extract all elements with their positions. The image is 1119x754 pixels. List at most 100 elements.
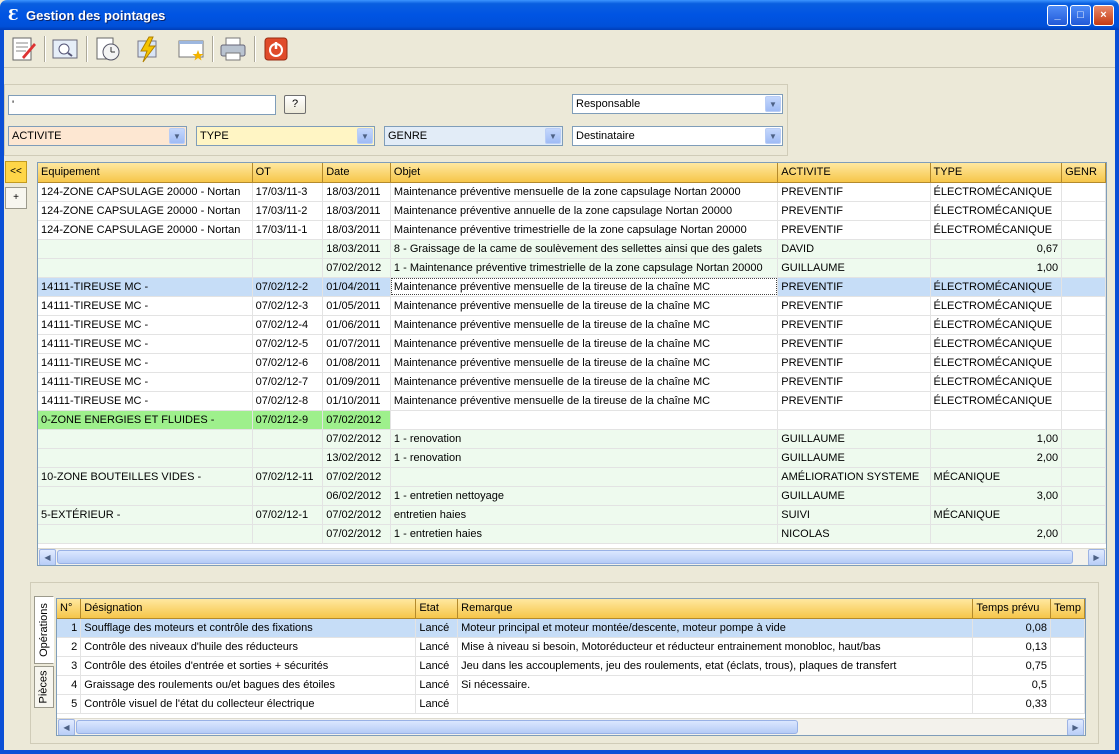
table-row[interactable]: 07/02/2012 1 - Maintenance préventive tri…: [38, 258, 1106, 278]
cell-designation[interactable]: Contrôle des étoiles d'entrée et sorties…: [80, 656, 417, 676]
cell-equipement[interactable]: 0-ZONE ENERGIES ET FLUIDES -: [38, 410, 253, 430]
column-header[interactable]: Equipement: [38, 163, 253, 183]
cell-n[interactable]: 4: [57, 675, 82, 695]
operation-row[interactable]: 2 Contrôle des niveaux d'huile des réduct…: [57, 637, 1085, 657]
cell-objet[interactable]: Maintenance préventive mensuelle de la t…: [390, 353, 779, 373]
cell-activite[interactable]: PREVENTIF: [777, 353, 931, 373]
column-header[interactable]: Temps prévu: [972, 599, 1052, 619]
cell-etat[interactable]: Lancé: [415, 675, 459, 695]
cell-temp[interactable]: [1050, 618, 1085, 638]
chevron-down-icon[interactable]: ▼: [357, 128, 373, 144]
scroll-right-icon[interactable]: ▶: [1067, 719, 1084, 735]
cell-type[interactable]: ÉLECTROMÉCANIQUE: [930, 315, 1063, 335]
cell-n[interactable]: 1: [57, 618, 82, 638]
maximize-button[interactable]: □: [1070, 5, 1091, 26]
cell-equipement[interactable]: 14111-TIREUSE MC -: [38, 296, 253, 316]
cell-equipement[interactable]: 14111-TIREUSE MC -: [38, 391, 253, 411]
cell-equipement[interactable]: 14111-TIREUSE MC -: [38, 277, 253, 297]
cell-objet[interactable]: Maintenance préventive annuelle de la zo…: [390, 201, 779, 221]
cell-objet[interactable]: Maintenance préventive mensuelle de la t…: [390, 315, 779, 335]
table-row[interactable]: 14111-TIREUSE MC -07/02/12-7 01/09/2011 Ma…: [38, 372, 1106, 392]
cell-type[interactable]: ÉLECTROMÉCANIQUE: [930, 220, 1063, 240]
cell-genre[interactable]: [1061, 391, 1106, 411]
cell-date[interactable]: 01/06/2011: [322, 315, 391, 335]
cell-date[interactable]: 07/02/2012: [322, 429, 391, 449]
chevron-down-icon[interactable]: ▼: [765, 128, 781, 144]
search-input[interactable]: ': [8, 95, 276, 115]
table-row[interactable]: 14111-TIREUSE MC -07/02/12-3 01/05/2011 Ma…: [38, 296, 1106, 316]
cell-activite[interactable]: PREVENTIF: [777, 201, 931, 221]
cell-date[interactable]: 07/02/2012: [322, 524, 391, 544]
cell-ot[interactable]: [252, 429, 324, 449]
cell-etat[interactable]: Lancé: [415, 694, 459, 714]
cell-genre[interactable]: [1061, 315, 1106, 335]
operation-row[interactable]: 1 Soufflage des moteurs et contrôle des f…: [57, 618, 1085, 638]
column-header[interactable]: Date: [322, 163, 391, 183]
cell-date[interactable]: 18/03/2011: [322, 239, 391, 259]
cell-objet[interactable]: Maintenance préventive mensuelle de la z…: [390, 182, 779, 202]
cell-remarque[interactable]: Jeu dans les accouplements, jeu des roul…: [457, 656, 974, 676]
genre-select[interactable]: GENRE ▼: [384, 126, 563, 146]
cell-genre[interactable]: [1061, 277, 1106, 297]
cell-n[interactable]: 2: [57, 637, 82, 657]
cell-temps[interactable]: 0,5: [972, 675, 1052, 695]
cell-temps[interactable]: 0,75: [972, 656, 1052, 676]
cell-ot[interactable]: 17/03/11-1: [252, 220, 324, 240]
operation-row[interactable]: 5 Contrôle visuel de l'état du collecteur…: [57, 694, 1085, 714]
column-header[interactable]: GENR: [1061, 163, 1106, 183]
cell-date[interactable]: 13/02/2012: [322, 448, 391, 468]
cell-type[interactable]: ÉLECTROMÉCANIQUE: [930, 372, 1063, 392]
cell-date[interactable]: 01/10/2011: [322, 391, 391, 411]
table-row[interactable]: 07/02/2012 1 - entretien haies NICOLAS 2,00: [38, 524, 1106, 544]
tab-operations[interactable]: Opérations: [34, 596, 54, 664]
cell-objet[interactable]: Maintenance préventive mensuelle de la t…: [390, 277, 779, 297]
cell-genre[interactable]: [1061, 410, 1106, 430]
cell-equipement[interactable]: [38, 448, 253, 468]
operation-row[interactable]: 3 Contrôle des étoiles d'entrée et sortie…: [57, 656, 1085, 676]
cell-remarque[interactable]: Si nécessaire.: [457, 675, 974, 695]
cell-activite[interactable]: PREVENTIF: [777, 277, 931, 297]
cell-temp[interactable]: [1050, 675, 1085, 695]
cell-equipement[interactable]: [38, 429, 253, 449]
cell-ot[interactable]: 07/02/12-7: [252, 372, 324, 392]
cell-objet[interactable]: Maintenance préventive mensuelle de la t…: [390, 296, 779, 316]
cell-temps[interactable]: 0,33: [972, 694, 1052, 714]
cell-date[interactable]: 07/02/2012: [322, 467, 391, 487]
cell-date[interactable]: 01/07/2011: [322, 334, 391, 354]
table-row[interactable]: 124-ZONE CAPSULAGE 20000 - Nortan 17/03/1…: [38, 201, 1106, 221]
cell-activite[interactable]: PREVENTIF: [777, 372, 931, 392]
activite-select[interactable]: ACTIVITE ▼: [8, 126, 187, 146]
horizontal-scrollbar[interactable]: ◀ ▶: [38, 548, 1106, 565]
cell-date[interactable]: 07/02/2012: [322, 410, 391, 430]
table-row[interactable]: 124-ZONE CAPSULAGE 20000 - Nortan 17/03/1…: [38, 220, 1106, 240]
cell-date[interactable]: 01/04/2011: [322, 277, 391, 297]
cell-activite[interactable]: PREVENTIF: [777, 315, 931, 335]
cell-n[interactable]: 5: [57, 694, 82, 714]
cell-activite[interactable]: GUILLAUME: [777, 258, 931, 278]
cell-type[interactable]: ÉLECTROMÉCANIQUE: [930, 334, 1063, 354]
cell-date[interactable]: 18/03/2011: [322, 201, 391, 221]
cell-type[interactable]: MÉCANIQUE: [930, 505, 1063, 525]
column-header[interactable]: Désignation: [80, 599, 417, 619]
cell-activite[interactable]: PREVENTIF: [777, 296, 931, 316]
cell-genre[interactable]: [1061, 201, 1106, 221]
add-button[interactable]: +: [5, 187, 27, 209]
column-header[interactable]: Temp: [1050, 599, 1085, 619]
cell-ot[interactable]: 17/03/11-2: [252, 201, 324, 221]
cell-temp[interactable]: [1050, 637, 1085, 657]
table-row[interactable]: 0-ZONE ENERGIES ET FLUIDES -07/02/12-9 07…: [38, 410, 1106, 430]
cell-date[interactable]: 01/08/2011: [322, 353, 391, 373]
cell-type[interactable]: ÉLECTROMÉCANIQUE: [930, 277, 1063, 297]
cell-objet[interactable]: entretien haies: [390, 505, 779, 525]
power-exit-icon[interactable]: [258, 33, 292, 65]
cell-ot[interactable]: 07/02/12-2: [252, 277, 324, 297]
cell-objet[interactable]: 1 - renovation: [390, 448, 779, 468]
cell-equipement[interactable]: 14111-TIREUSE MC -: [38, 372, 253, 392]
chevron-down-icon[interactable]: ▼: [765, 96, 781, 112]
cell-etat[interactable]: Lancé: [415, 618, 459, 638]
table-row[interactable]: 5-EXTÉRIEUR -07/02/12-1 07/02/2012 entreti…: [38, 505, 1106, 525]
column-header[interactable]: Etat: [415, 599, 459, 619]
operations-horizontal-scrollbar[interactable]: ◀ ▶: [57, 718, 1085, 735]
cell-equipement[interactable]: [38, 486, 253, 506]
table-row[interactable]: 14111-TIREUSE MC -07/02/12-8 01/10/2011 Ma…: [38, 391, 1106, 411]
